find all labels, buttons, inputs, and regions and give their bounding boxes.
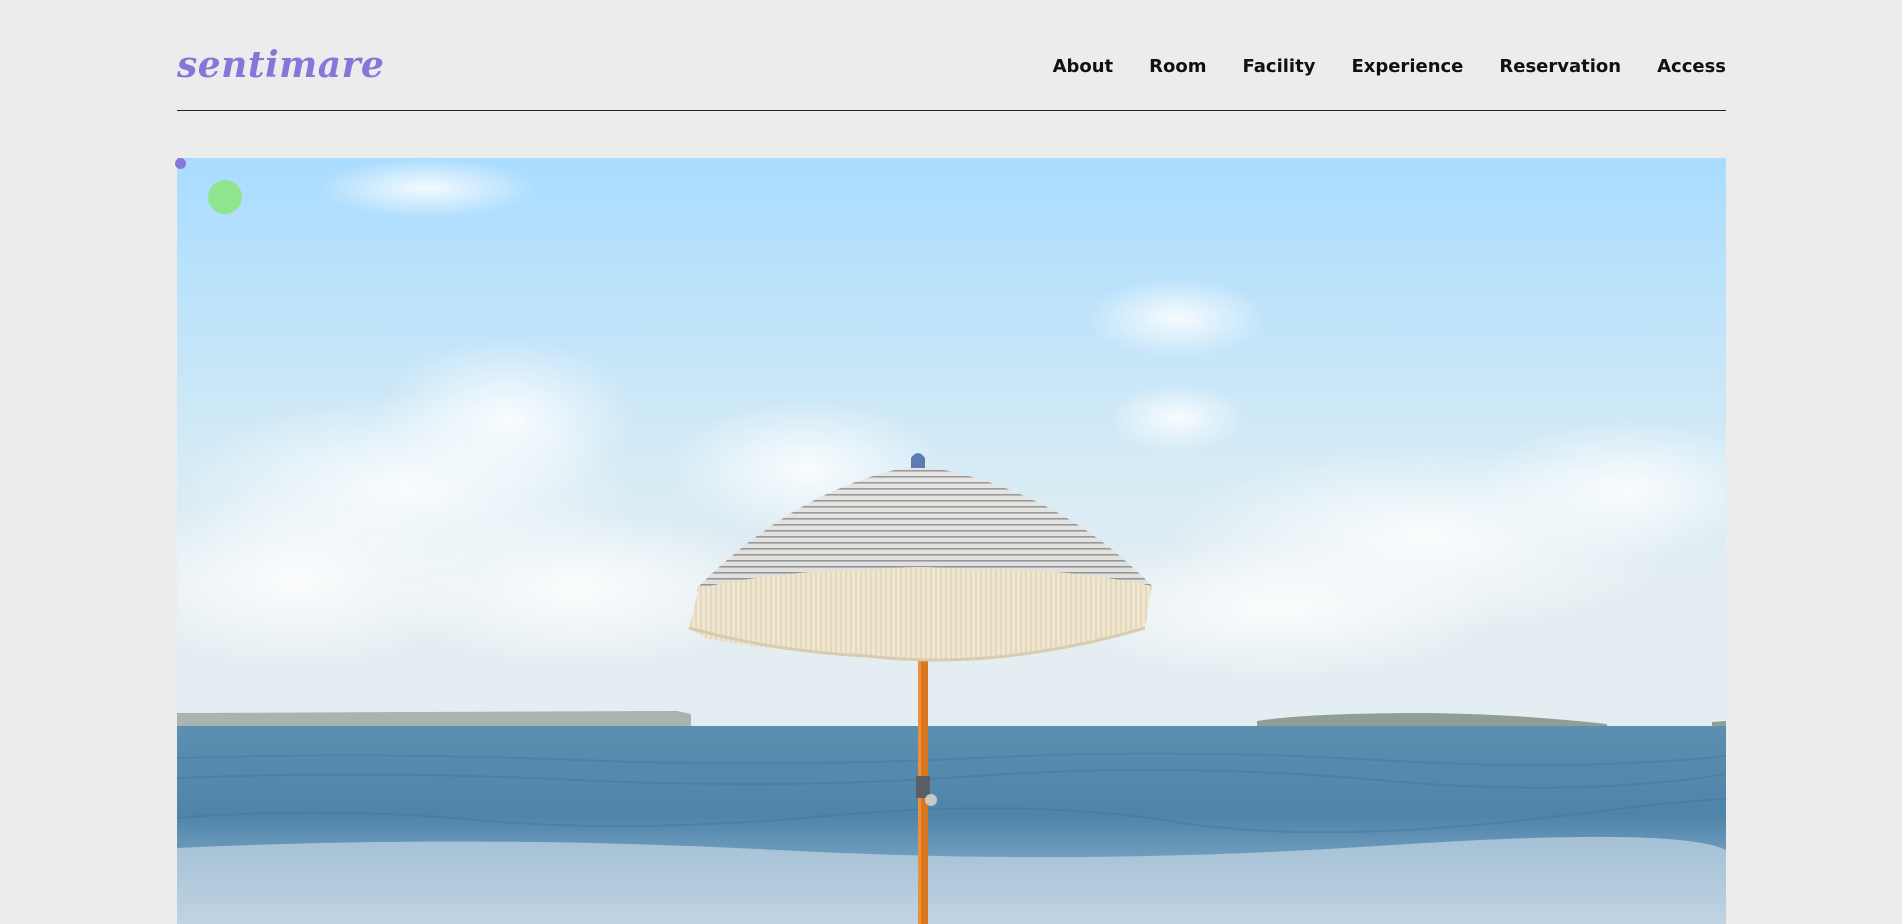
site-header: sentimare About Room Facility Experience… [177,40,1726,111]
hero-image [177,158,1726,924]
purple-dot [175,158,186,169]
green-dot [208,180,242,214]
nav-experience[interactable]: Experience [1351,56,1463,77]
nav-room[interactable]: Room [1149,56,1206,77]
page: sentimare About Room Facility Experience… [0,0,1902,924]
nav-facility[interactable]: Facility [1243,56,1316,77]
main-nav: About Room Facility Experience Reservati… [1053,56,1726,77]
beach-umbrella-illustration [177,158,1726,924]
site-logo[interactable]: sentimare [177,44,384,86]
nav-reservation[interactable]: Reservation [1499,56,1621,77]
nav-about[interactable]: About [1053,56,1114,77]
nav-access[interactable]: Access [1657,56,1726,77]
